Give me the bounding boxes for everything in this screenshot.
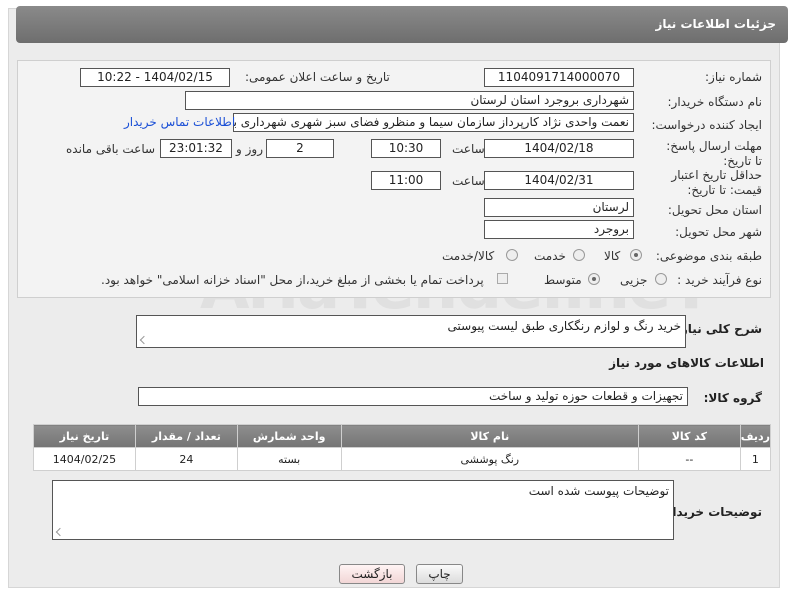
buyer-notes-label: توضیحات خریدار: (660, 505, 762, 519)
col-item-code: کد کالا (637, 424, 741, 448)
goods-section-title: اطلاعات کالاهای مورد نیاز (609, 356, 764, 370)
cell-quantity: 24 (134, 447, 238, 471)
reply-date-field[interactable]: 1404/02/18 (484, 139, 634, 158)
col-need-date: تاریخ نیاز (33, 424, 136, 448)
goods-table: ردیف کد کالا نام کالا واحد شمارش تعداد /… (33, 424, 772, 471)
proc-medium-radio[interactable] (588, 273, 600, 285)
cat-goods-service-radio[interactable] (506, 249, 518, 261)
days-label: روز و (236, 142, 263, 156)
description-field[interactable]: خرید رنگ و لوازم رنگکاری طبق لیست پیوستی (136, 315, 686, 348)
cat-goods-label: کالا (604, 249, 621, 263)
reply-time-field[interactable]: 10:30 (371, 139, 441, 158)
goods-group-label: گروه کالا: (703, 391, 762, 405)
cat-service-label: خدمت (534, 249, 566, 263)
city-label: شهر محل تحویل: (675, 225, 762, 239)
goods-group-field[interactable]: تجهیزات و قطعات حوزه تولید و ساخت (138, 387, 688, 406)
cell-row-number: 1 (739, 447, 772, 471)
announce-label: تاریخ و ساعت اعلان عمومی: (245, 70, 390, 84)
process-label: نوع فرآیند خرید : (677, 273, 762, 287)
price-date-field[interactable]: 1404/02/31 (484, 171, 634, 190)
creator-label: ایجاد کننده درخواست: (651, 118, 762, 132)
col-row-number: ردیف (739, 424, 772, 448)
cell-unit: بسته (236, 447, 342, 471)
table-header-row: ردیف کد کالا نام کالا واحد شمارش تعداد /… (33, 424, 772, 448)
remaining-label: ساعت باقی مانده (66, 142, 156, 156)
col-item-name: نام کالا (340, 424, 639, 448)
payment-checkbox[interactable] (497, 273, 508, 284)
need-number-field[interactable]: 1104091714000070 (484, 68, 634, 87)
cat-goods-service-label: کالا/خدمت (442, 249, 495, 263)
reply-deadline-label: مهلت ارسال پاسخ: تا تاریخ: (666, 139, 762, 168)
creator-field[interactable]: نعمت واحدی نژاد کارپرداز سازمان سیما و م… (233, 113, 634, 132)
col-unit: واحد شمارش (236, 424, 342, 448)
province-field[interactable]: لرستان (484, 198, 634, 217)
page-title: جزئیات اطلاعات نیاز (655, 17, 776, 31)
cat-service-radio[interactable] (573, 249, 585, 261)
announce-field[interactable]: 1404/02/15 - 10:22 (80, 68, 230, 87)
price-hour-label: ساعت (452, 174, 485, 188)
city-field[interactable]: بروجرد (484, 220, 634, 239)
cell-item-name: رنگ پوششی (340, 447, 639, 471)
buyer-org-label: نام دستگاه خریدار: (667, 95, 763, 109)
cell-need-date: 1404/02/25 (33, 447, 136, 471)
cell-item-code: -- (637, 447, 741, 471)
col-quantity: تعداد / مقدار (134, 424, 238, 448)
reply-hour-label: ساعت (452, 142, 485, 156)
back-button[interactable]: بازگشت (339, 564, 405, 584)
remaining-time-field[interactable]: 23:01:32 (160, 139, 232, 158)
days-field[interactable]: 2 (266, 139, 334, 158)
cat-goods-radio[interactable] (630, 249, 642, 261)
page-header: جزئیات اطلاعات نیاز (16, 6, 788, 43)
proc-minor-label: جزیی (620, 273, 648, 287)
price-deadline-label: حداقل تاریخ اعتبار قیمت: تا تاریخ: (671, 168, 762, 197)
price-time-field[interactable]: 11:00 (371, 171, 441, 190)
table-row[interactable]: 1 -- رنگ پوششی بسته 24 1404/02/25 (33, 447, 772, 471)
contact-buyer-link[interactable]: اطلاعات تماس خریدار (124, 115, 235, 129)
need-number-label: شماره نیاز: (705, 70, 762, 84)
proc-minor-radio[interactable] (655, 273, 667, 285)
category-label: طبقه بندی موضوعی: (655, 249, 762, 263)
province-label: استان محل تحویل: (667, 203, 762, 217)
proc-medium-label: متوسط (544, 273, 582, 287)
buyer-org-field[interactable]: شهرداری بروجرد استان لرستان (185, 91, 634, 110)
payment-note: پرداخت تمام یا بخشی از مبلغ خرید،از محل … (101, 273, 484, 287)
description-label: شرح کلی نیاز: (676, 322, 762, 336)
print-button[interactable]: چاپ (416, 564, 463, 584)
buyer-notes-field[interactable]: توضیحات پیوست شده است (52, 480, 674, 540)
